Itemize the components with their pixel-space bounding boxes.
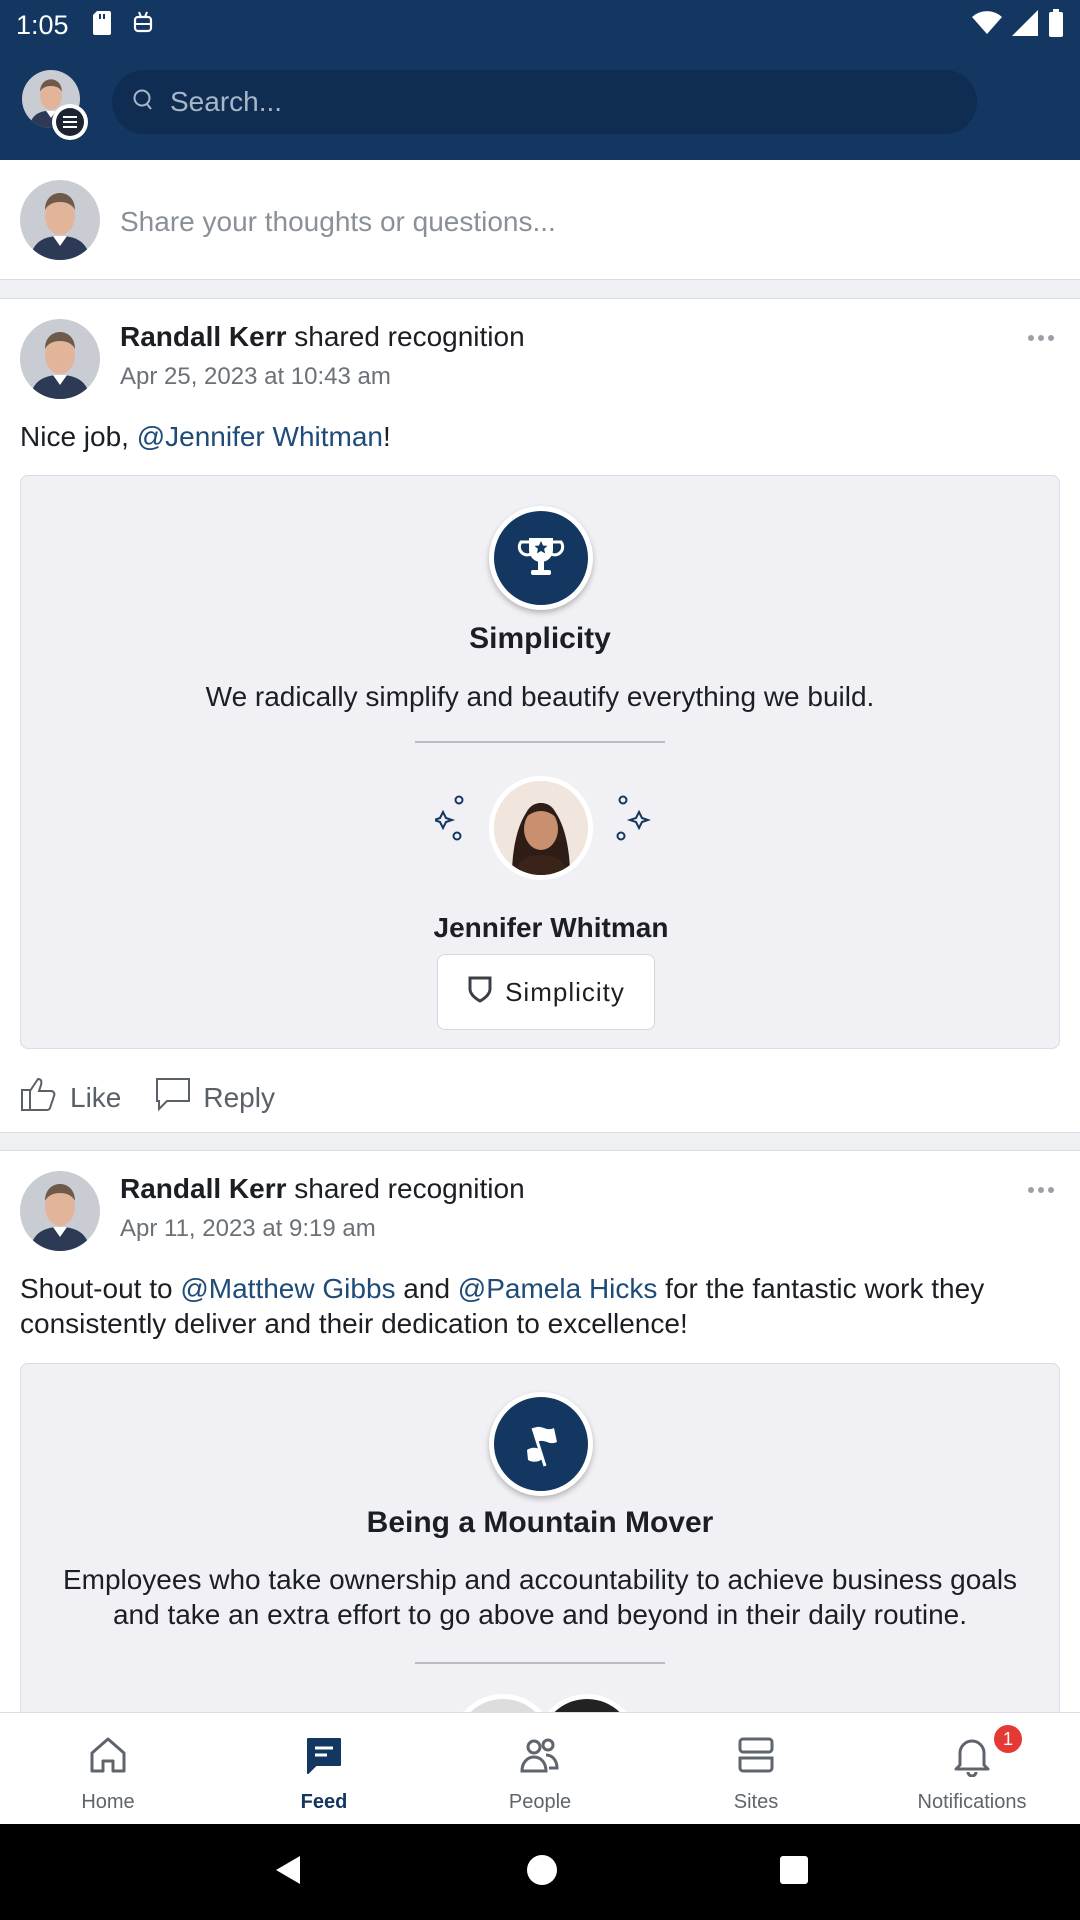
award-title: Being a Mountain Mover [366,1506,714,1539]
back-icon[interactable] [270,1852,306,1893]
divider [415,1662,665,1664]
feed-post: Randall Kerr shared recognition Apr 25, … [0,298,1080,1133]
like-label: Like [70,1081,122,1113]
nav-notifications-label: Notifications [917,1791,1027,1813]
wifi-icon [972,10,1002,40]
people-icon [518,1733,562,1783]
post-text: Nice job, [20,421,137,452]
system-navigation-bar [0,1824,1080,1920]
nav-notifications[interactable]: 1 Notifications [864,1713,1080,1824]
post-action: shared recognition [294,321,525,352]
bottom-navigation: Home Feed People Sites 1 Notifications [0,1712,1080,1824]
like-button[interactable]: Like [20,1075,121,1120]
feed-post: Randall Kerr shared recognition Apr 11, … [0,1150,1080,1798]
bell-icon [950,1733,994,1783]
composer-placeholder: Share your thoughts or questions... [120,206,556,237]
search-placeholder: Search... [170,86,283,117]
post-body: Nice job, @Jennifer Whitman! [20,419,1060,454]
more-options-icon[interactable] [1028,335,1054,341]
thumbs-up-icon [20,1075,58,1120]
search-icon [132,88,154,117]
nav-sites[interactable]: Sites [648,1713,864,1824]
app-root: { "status_bar": {"time": "1:05"}, "searc… [0,0,1080,1920]
nav-sites-label: Sites [733,1791,779,1813]
mention-link[interactable]: @Pamela Hicks [458,1273,658,1304]
recipient-name[interactable]: Jennifer Whitman [21,912,1080,944]
post-date[interactable]: Apr 11, 2023 at 9:19 am [120,1215,376,1243]
sparkle-right-icon [611,792,652,853]
post-text: ! [383,421,391,452]
award-description: Employees who take ownership and account… [62,1564,1018,1630]
recipient-avatar[interactable] [489,776,593,880]
top-app-bar: Search... [0,50,1080,160]
award-description: We radically simplify and beautify every… [205,681,875,712]
author-avatar[interactable] [20,319,100,399]
mention-link[interactable]: @Jennifer Whitman [137,421,383,452]
award-title: Simplicity [469,622,611,655]
post-header: Randall Kerr shared recognition [120,321,525,353]
status-bar: 1:05 [0,0,1080,50]
shield-icon [467,975,493,1010]
sparkle-left-icon [430,792,475,853]
search-input[interactable]: Search... [112,70,977,134]
recognition-card: Simplicity We radically simplify and bea… [20,475,1060,1049]
cell-signal-icon [1012,9,1038,41]
recents-icon[interactable] [778,1854,810,1891]
post-header: Randall Kerr shared recognition [120,1173,525,1205]
nav-feed[interactable]: Feed [216,1713,432,1824]
author-name[interactable]: Randall Kerr [120,1173,287,1204]
post-action: shared recognition [294,1173,525,1204]
status-time: 1:05 [16,9,69,40]
sd-card-icon [92,10,113,40]
post-body: Shout-out to @Matthew Gibbs and @Pamela … [20,1271,1060,1341]
reply-label: Reply [203,1081,275,1113]
nav-people-label: People [508,1791,572,1813]
flag-hand-icon [489,1392,593,1496]
menu-icon[interactable] [52,104,88,140]
notification-count-badge: 1 [992,1723,1024,1755]
android-robot-icon [131,11,155,40]
author-avatar[interactable] [20,1171,100,1251]
post-text: Shout-out to [20,1273,181,1304]
reply-button[interactable]: Reply [155,1077,275,1118]
author-name[interactable]: Randall Kerr [120,321,287,352]
sites-icon [734,1733,778,1783]
nav-people[interactable]: People [432,1713,648,1824]
home-circle-icon[interactable] [525,1853,559,1892]
award-chip-label: Simplicity [505,976,625,1007]
trophy-icon [489,506,593,610]
nav-home[interactable]: Home [0,1713,216,1824]
post-composer[interactable]: Share your thoughts or questions... [0,160,1080,280]
more-options-icon[interactable] [1028,1187,1054,1193]
post-text: and [395,1273,458,1304]
divider [415,741,665,743]
post-actions: Like Reply [20,1075,309,1120]
battery-icon [1048,8,1064,42]
mention-link[interactable]: @Matthew Gibbs [180,1273,395,1304]
nav-home-label: Home [81,1791,135,1813]
post-date[interactable]: Apr 25, 2023 at 10:43 am [120,363,391,391]
comment-icon [155,1077,191,1118]
award-chip[interactable]: Simplicity [437,954,655,1030]
feed-icon [302,1733,346,1783]
nav-feed-label: Feed [300,1791,348,1813]
home-icon [86,1733,130,1783]
avatar [20,180,100,260]
